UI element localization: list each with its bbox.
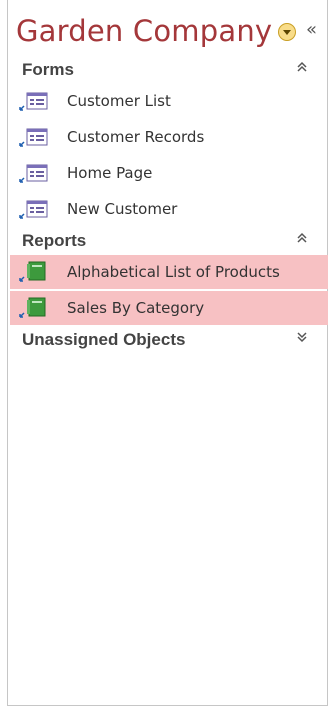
item-label: Customer List [67,92,171,110]
nav-item-customer-records[interactable]: Customer Records [10,120,328,154]
expand-down-icon[interactable] [296,331,308,348]
double-chevron-left-icon[interactable]: « [306,20,317,40]
collapse-up-icon[interactable] [296,61,308,78]
nav-item-home-page[interactable]: Home Page [10,156,328,190]
collapse-up-icon[interactable] [296,232,308,249]
nav-item-alphabetical-list-of-products[interactable]: Alphabetical List of Products [10,255,328,289]
form-icon [19,164,48,183]
group-header-reports[interactable]: Reports [8,229,327,253]
item-label: Sales By Category [67,299,205,317]
item-label: Customer Records [67,128,205,146]
dropdown-circle-icon[interactable] [278,23,296,41]
group-label: Reports [22,231,87,250]
report-icon [19,297,46,318]
form-icon [19,92,48,111]
form-icon [19,128,48,147]
pane-title: Garden Company [16,14,273,48]
group-header-forms[interactable]: Forms [8,58,327,82]
nav-item-sales-by-category[interactable]: Sales By Category [10,291,328,325]
item-label: Alphabetical List of Products [67,263,280,281]
navigation-pane: Garden Company « Forms Customer List Cus… [7,0,328,706]
group-label: Forms [22,60,74,79]
nav-item-customer-list[interactable]: Customer List [10,84,328,118]
nav-item-new-customer[interactable]: New Customer [10,192,328,226]
report-icon [19,261,46,282]
item-label: Home Page [67,164,153,182]
group-header-unassigned-objects[interactable]: Unassigned Objects [8,328,327,352]
group-label: Unassigned Objects [22,330,186,349]
form-icon [19,200,48,219]
item-label: New Customer [67,200,178,218]
